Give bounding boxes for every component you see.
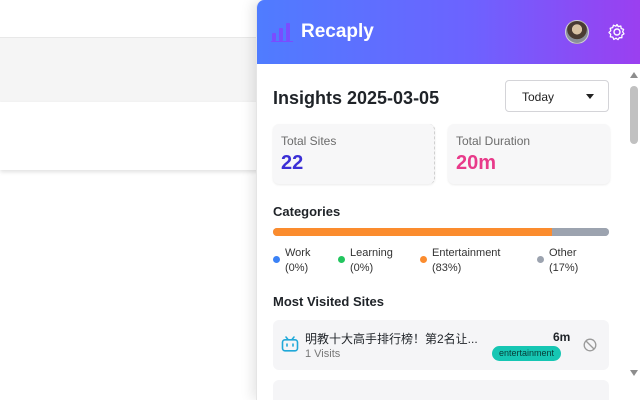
- legend-percent: (17%): [549, 262, 579, 274]
- total-sites-card: Total Sites 22: [273, 124, 435, 184]
- legend-label: Learning: [350, 247, 393, 259]
- date-range-select[interactable]: Today: [505, 80, 609, 112]
- legend-dot: [537, 256, 544, 263]
- legend-label: Work: [285, 247, 311, 259]
- insights-title: Insights 2025-03-05: [273, 88, 440, 108]
- background-card: [0, 102, 260, 170]
- popup-header: Recaply: [257, 0, 640, 64]
- chevron-down-icon: [586, 94, 594, 99]
- total-duration-label: Total Duration: [456, 134, 531, 148]
- category-badge: entertainment: [492, 346, 562, 361]
- legend-dot: [338, 256, 345, 263]
- legend-label: Other: [549, 247, 577, 259]
- list-item[interactable]: [273, 380, 609, 400]
- total-duration-card: Total Duration 20m: [448, 124, 610, 184]
- recaply-popup: Recaply Insights 2025-03-05 Today Total …: [256, 0, 640, 400]
- legend-dot: [420, 256, 427, 263]
- list-item[interactable]: 明教十大高手排行榜！第2名让... 1 Visits 6m entertainm…: [273, 320, 609, 370]
- background-banner: [0, 38, 260, 102]
- block-icon[interactable]: [583, 338, 597, 352]
- scroll-down-icon[interactable]: [630, 370, 638, 376]
- site-visits: 1 Visits: [305, 348, 341, 360]
- app-title: Recaply: [301, 21, 374, 42]
- scrollbar-thumb[interactable]: [630, 86, 638, 144]
- user-avatar[interactable]: [565, 20, 589, 44]
- gear-icon[interactable]: [607, 22, 627, 42]
- site-duration: 6m: [553, 330, 571, 344]
- categories-title: Categories: [273, 204, 341, 219]
- total-duration-value: 20m: [456, 152, 497, 174]
- category-distribution-bar: [273, 228, 609, 236]
- legend-percent: (0%): [350, 262, 374, 274]
- bilibili-tv-icon: [281, 336, 299, 352]
- legend-percent: (83%): [432, 262, 462, 274]
- legend-dot: [273, 256, 280, 263]
- total-sites-value: 22: [281, 152, 304, 174]
- bar-chart-icon: [271, 23, 293, 42]
- category-segment-other: [551, 228, 609, 236]
- scrollbar[interactable]: [627, 64, 640, 400]
- legend-percent: (0%): [285, 262, 309, 274]
- site-title[interactable]: 明教十大高手排行榜！第2名让...: [305, 330, 478, 347]
- date-range-value: Today: [522, 90, 555, 104]
- most-visited-title: Most Visited Sites: [273, 294, 385, 309]
- scroll-up-icon[interactable]: [630, 72, 638, 78]
- legend-label: Entertainment: [432, 247, 501, 259]
- background-toolbar: [0, 0, 260, 38]
- total-sites-label: Total Sites: [281, 134, 337, 148]
- category-segment-entertainment: [273, 228, 552, 236]
- popup-content: Insights 2025-03-05 Today Total Sites 22…: [273, 64, 611, 400]
